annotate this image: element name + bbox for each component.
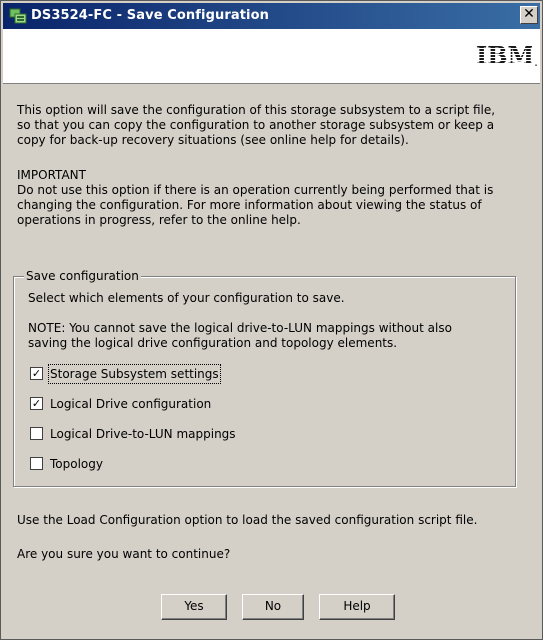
important-line: operations in progress, refer to the onl… (17, 213, 301, 227)
branding-banner: IBM . (3, 29, 540, 84)
group-note: NOTE: You cannot save the logical drive-… (28, 321, 503, 351)
note-line: NOTE: You cannot save the logical drive-… (28, 321, 452, 335)
confirmation-question: Are you sure you want to continue? (17, 547, 231, 561)
no-button[interactable]: No (242, 594, 304, 620)
dialog-content: This option will save the configuration … (1, 83, 542, 639)
checkbox-box[interactable] (30, 427, 43, 440)
intro-line: so that you can copy the configuration t… (17, 118, 495, 132)
checkbox-label[interactable]: Logical Drive configuration (50, 396, 211, 412)
checkbox-box[interactable]: ✓ (30, 397, 43, 410)
ibm-logo-text: IBM (476, 43, 532, 67)
important-notice: IMPORTANT Do not use this option if ther… (17, 168, 527, 228)
title-bar[interactable]: DS3524-FC - Save Configuration ✕ (3, 3, 540, 29)
group-instruction: Select which elements of your configurat… (28, 291, 345, 305)
important-heading: IMPORTANT (17, 168, 86, 182)
intro-text: This option will save the configuration … (17, 103, 527, 148)
intro-line: This option will save the configuration … (17, 103, 496, 117)
save-configuration-group: Save configuration Select which elements… (13, 268, 516, 487)
checkbox-label[interactable]: Topology (50, 456, 103, 472)
help-button[interactable]: Help (319, 594, 395, 620)
yes-button[interactable]: Yes (161, 594, 227, 620)
checkbox-box[interactable] (30, 457, 43, 470)
group-legend: Save configuration (24, 268, 141, 284)
ibm-logo-dot: . (534, 55, 538, 69)
checkbox-label[interactable]: Logical Drive-to-LUN mappings (50, 426, 236, 442)
close-icon: ✕ (523, 6, 535, 22)
storage-manager-app-icon (9, 8, 27, 24)
important-line: changing the configuration. For more inf… (17, 198, 482, 212)
note-line: saving the logical drive configuration a… (28, 336, 398, 350)
checkbox-label[interactable]: Storage Subsystem settings (48, 364, 221, 384)
intro-line: copy for back-up recovery situations (se… (17, 133, 409, 147)
window-title: DS3524-FC - Save Configuration (31, 8, 269, 23)
load-configuration-hint: Use the Load Configuration option to loa… (17, 513, 478, 527)
checkbox-box[interactable]: ✓ (30, 367, 43, 380)
close-button[interactable]: ✕ (520, 6, 538, 24)
save-configuration-dialog: DS3524-FC - Save Configuration ✕ IBM . T… (0, 0, 543, 640)
ibm-logo: IBM (476, 43, 532, 67)
important-line: Do not use this option if there is an op… (17, 183, 494, 197)
